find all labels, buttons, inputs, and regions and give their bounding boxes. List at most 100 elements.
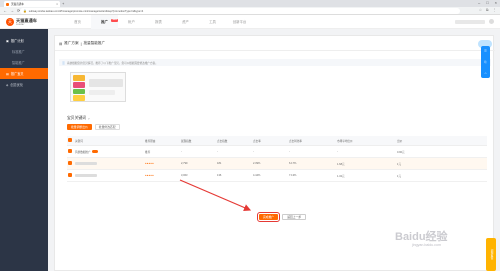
menu-list-icon[interactable]: ☰ <box>484 49 487 53</box>
new-tab-button[interactable]: + <box>62 1 64 6</box>
complete-promotion-button[interactable]: 完成推广 <box>256 212 281 222</box>
col-keyword: 关键词 <box>75 139 83 143</box>
notice-text: 系统根据您的宝贝情况，推荐了以下推广宝贝，您可以根据需要修改推广方案。 <box>67 61 158 65</box>
row-bid[interactable]: 1元 <box>397 174 457 178</box>
sidebar-item-label: 推广宝贝 <box>10 72 24 76</box>
product-title-blurred <box>89 79 123 87</box>
row-clicks: 181 <box>217 162 222 165</box>
extension-icon[interactable]: ⧉ <box>486 8 489 12</box>
forward-button[interactable]: → <box>10 8 14 13</box>
url-input[interactable]: 🔒 subway.simba.taobao.com/#!/manage/prom… <box>20 8 460 14</box>
row-impr: 3,063 <box>181 174 188 177</box>
section-title: 宝贝关键词 ? <box>67 116 90 121</box>
home-icon[interactable]: ⌂ <box>485 71 487 75</box>
row-impr: 2,799 <box>181 162 188 165</box>
topnav-report[interactable]: 报表 <box>145 15 172 29</box>
avatar[interactable] <box>489 19 494 24</box>
feedback-button[interactable]: 问题反馈 <box>486 238 496 271</box>
table-row[interactable]: ●●●●● 2,799 181 2.39% 6.17% 1.68元 1元 <box>67 158 487 170</box>
tab-title: 天猫直通车 <box>11 3 24 6</box>
batch-match-button[interactable]: 批量修改匹配 <box>94 124 120 130</box>
row-checkbox[interactable] <box>67 161 75 166</box>
table-header: 关键词 推荐理由 展现指数 点击指数 点击率 点击转化率 市场平均出价 出价 <box>67 136 487 146</box>
minimize-button[interactable]: – <box>478 0 480 5</box>
favicon-icon <box>6 2 9 6</box>
row-bid[interactable]: 0.90元 <box>397 150 457 154</box>
topnav-innovation[interactable]: 创新平台 <box>226 15 253 29</box>
breadcrumb: ▤ 推广方案 | 批量智能推广 <box>59 41 105 46</box>
folder-icon: ▣ <box>6 38 9 43</box>
copy-icon[interactable]: ⎘ <box>484 60 486 64</box>
product-image <box>73 75 85 101</box>
footer-actions: 完成推广 返回上一步 <box>256 212 307 222</box>
tab-close-icon[interactable]: × <box>56 2 58 6</box>
col-bid: 出价 <box>397 139 403 143</box>
section-title-text: 宝贝关键词 <box>67 116 86 120</box>
sidebar-item-smart[interactable]: 智能推广 <box>0 57 48 68</box>
topnav-assets[interactable]: 资产 <box>172 15 199 29</box>
table-row[interactable]: 风暴数据推广 推荐 - - - - - 0.90元 <box>67 146 487 158</box>
topnav-tools[interactable]: 工具 <box>199 15 226 29</box>
topnav-account[interactable]: 帐户 <box>118 15 145 29</box>
row-avg-bid: 1.68元 <box>337 162 345 166</box>
back-button[interactable]: ← <box>3 8 7 13</box>
floating-toolbar: ☰ ⎘ ⌂ <box>481 46 490 78</box>
back-step-button[interactable]: 返回上一步 <box>282 214 307 220</box>
sidebar-item-items[interactable]: ▤ 推广宝贝 <box>0 68 48 79</box>
row-checkbox[interactable] <box>67 173 75 178</box>
row-reason: ●●●●● <box>145 174 154 177</box>
col-ctr: 点击率 <box>253 139 261 143</box>
row-ctr: 4.44% <box>253 174 261 177</box>
help-icon[interactable]: ? <box>88 117 90 121</box>
logo-icon: 天 <box>6 18 14 26</box>
maximize-button[interactable]: □ <box>486 0 488 5</box>
address-bar: ← → ⟳ 🔒 subway.simba.taobao.com/#!/manag… <box>0 7 500 15</box>
sidebar-item-creative[interactable]: ◈ 创意优化 <box>0 79 48 90</box>
watermark-url: jingyan.baidu.com <box>412 243 441 247</box>
creative-icon: ◈ <box>6 82 9 87</box>
keyword-toggle[interactable] <box>92 150 99 154</box>
topnav-home[interactable]: 首页 <box>64 15 91 29</box>
menu-icon[interactable]: ⋮ <box>493 8 497 12</box>
row-bid[interactable]: 1元 <box>397 162 457 166</box>
breadcrumb-root[interactable]: 推广方案 <box>64 41 78 46</box>
document-icon: ▤ <box>59 41 63 46</box>
sidebar-item-plans[interactable]: ▣ 推广计划 <box>0 35 48 46</box>
goods-icon: ▤ <box>6 71 9 76</box>
row-checkbox[interactable] <box>67 149 75 154</box>
logo[interactable]: 天 天猫直通车 SUBWAY <box>6 18 37 26</box>
product-thumbnail[interactable] <box>70 72 126 102</box>
row-keyword: 风暴数据推广 <box>75 150 145 154</box>
sidebar-item-standard[interactable]: 标准推广 <box>0 46 48 57</box>
row-keyword <box>75 161 145 165</box>
breadcrumb-current: 批量智能推广 <box>83 41 106 45</box>
row-clicks: - <box>217 150 218 153</box>
row-avg-bid: 1.32元 <box>337 174 345 178</box>
product-price-blurred <box>89 90 115 95</box>
window-controls: – □ × <box>478 0 497 5</box>
topnav-promote-label: 推广 <box>101 20 108 24</box>
breadcrumb-separator: | <box>80 41 82 46</box>
header-right <box>455 19 494 24</box>
keyword-blurred <box>75 161 97 165</box>
account-info-blurred[interactable] <box>455 19 485 24</box>
app-header: 天 天猫直通车 SUBWAY 首页 推广 NEW 帐户 报表 资产 工具 创新平… <box>0 15 500 29</box>
info-notice: ⓘ 系统根据您的宝贝情况，推荐了以下推广宝贝，您可以根据需要修改推广方案。 <box>59 59 491 66</box>
sidebar: ▣ 推广计划 标准推广 智能推广 ▤ 推广宝贝 ◈ 创意优化 <box>0 29 48 271</box>
table-row[interactable]: ●●●●● 3,063 136 4.44% 7.13% 1.32元 1元 <box>67 170 487 182</box>
row-cvr: 7.13% <box>289 174 297 177</box>
row-reason: 推荐 <box>145 150 151 154</box>
row-cvr: - <box>289 150 290 153</box>
row-clicks: 136 <box>217 174 222 177</box>
topnav-promote[interactable]: 推广 NEW <box>91 15 118 29</box>
col-avg-bid: 市场平均出价 <box>337 139 353 143</box>
close-window-button[interactable]: × <box>495 0 497 5</box>
watermark: Baidu经验 <box>395 231 448 243</box>
star-icon[interactable]: ☆ <box>479 8 482 12</box>
batch-bid-button[interactable]: 批量调整出价 <box>67 124 92 130</box>
col-cvr: 点击转化率 <box>289 139 302 143</box>
col-clicks: 点击指数 <box>217 139 228 143</box>
row-avg-bid: - <box>337 150 338 153</box>
header-checkbox[interactable] <box>67 138 75 143</box>
row-ctr: 2.39% <box>253 162 261 165</box>
